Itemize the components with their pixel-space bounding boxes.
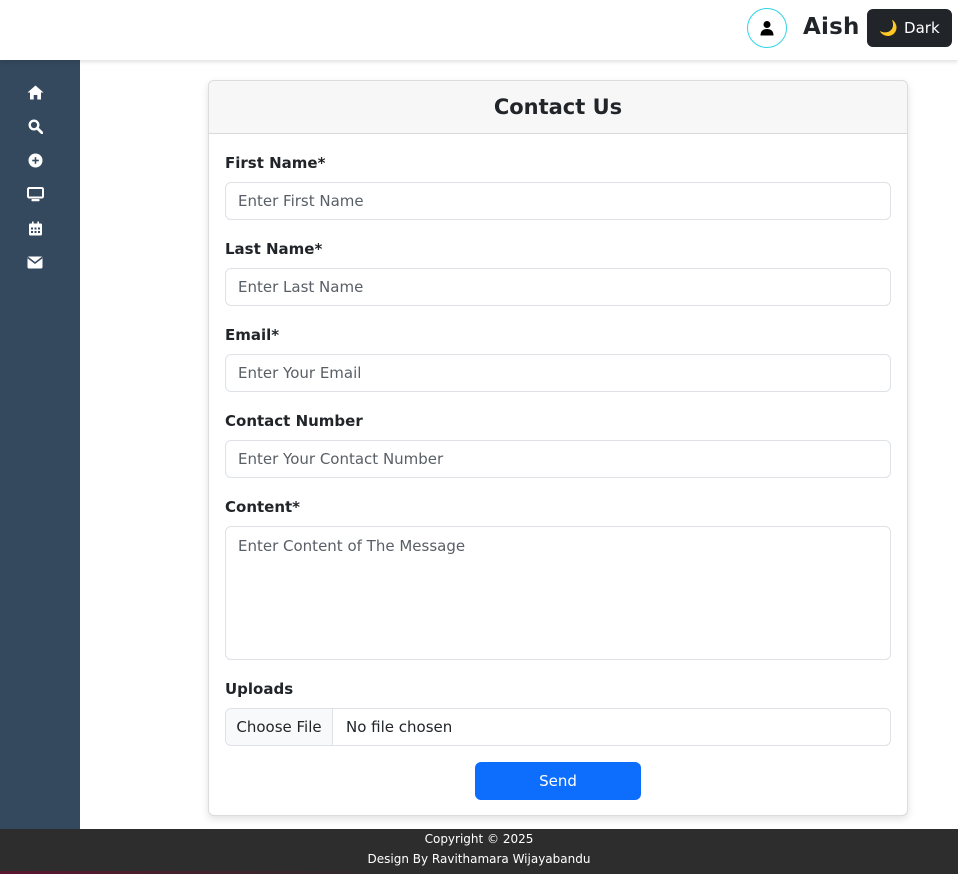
- monitor-icon: [26, 186, 44, 201]
- footer: Copyright © 2025 Design By Ravithamara W…: [0, 829, 958, 874]
- uploads-label: Uploads: [225, 680, 294, 698]
- last-name-label: Last Name*: [225, 240, 323, 258]
- username: Aish: [803, 14, 860, 40]
- file-upload-input[interactable]: Choose File No file chosen: [225, 708, 891, 746]
- plus-circle-icon: [28, 153, 42, 167]
- sidebar-item-calendar[interactable]: [26, 219, 44, 237]
- page-title: Contact Us: [493, 95, 623, 119]
- theme-toggle-label: Dark: [904, 19, 940, 37]
- sidebar-item-monitor[interactable]: [26, 185, 44, 203]
- sidebar-item-contact[interactable]: [26, 253, 44, 271]
- contact-number-field[interactable]: [225, 440, 891, 478]
- sidebar-item-home[interactable]: [26, 83, 44, 101]
- copyright-text: Copyright © 2025: [424, 832, 534, 846]
- top-navbar: Aish 🌙 Dark: [0, 0, 958, 60]
- sidebar-item-search[interactable]: [26, 117, 44, 135]
- moon-icon: 🌙: [879, 19, 899, 37]
- calendar-icon: [28, 221, 42, 235]
- choose-file-button[interactable]: Choose File: [226, 709, 333, 745]
- content-label: Content*: [225, 498, 301, 516]
- user-avatar[interactable]: [747, 8, 787, 48]
- card-header: Contact Us: [209, 81, 907, 134]
- send-button[interactable]: Send: [475, 762, 641, 800]
- first-name-label: First Name*: [225, 154, 326, 172]
- first-name-field[interactable]: [225, 182, 891, 220]
- designer-credit: Design By Ravithamara Wijayabandu: [367, 852, 591, 866]
- email-field[interactable]: [225, 354, 891, 392]
- email-label: Email*: [225, 326, 280, 344]
- contact-form-card: Contact Us First Name* Last Name* Email*…: [208, 80, 908, 816]
- last-name-field[interactable]: [225, 268, 891, 306]
- envelope-icon: [27, 256, 43, 268]
- user-icon: [760, 21, 774, 36]
- contact-number-label: Contact Number: [225, 412, 363, 430]
- sidebar: [0, 60, 80, 829]
- file-status-text: No file chosen: [346, 718, 453, 736]
- dark-mode-toggle-button[interactable]: 🌙 Dark: [867, 9, 952, 47]
- home-icon: [27, 85, 43, 99]
- content-textarea[interactable]: [225, 526, 891, 660]
- sidebar-item-add[interactable]: [26, 151, 44, 169]
- search-icon: [27, 118, 43, 134]
